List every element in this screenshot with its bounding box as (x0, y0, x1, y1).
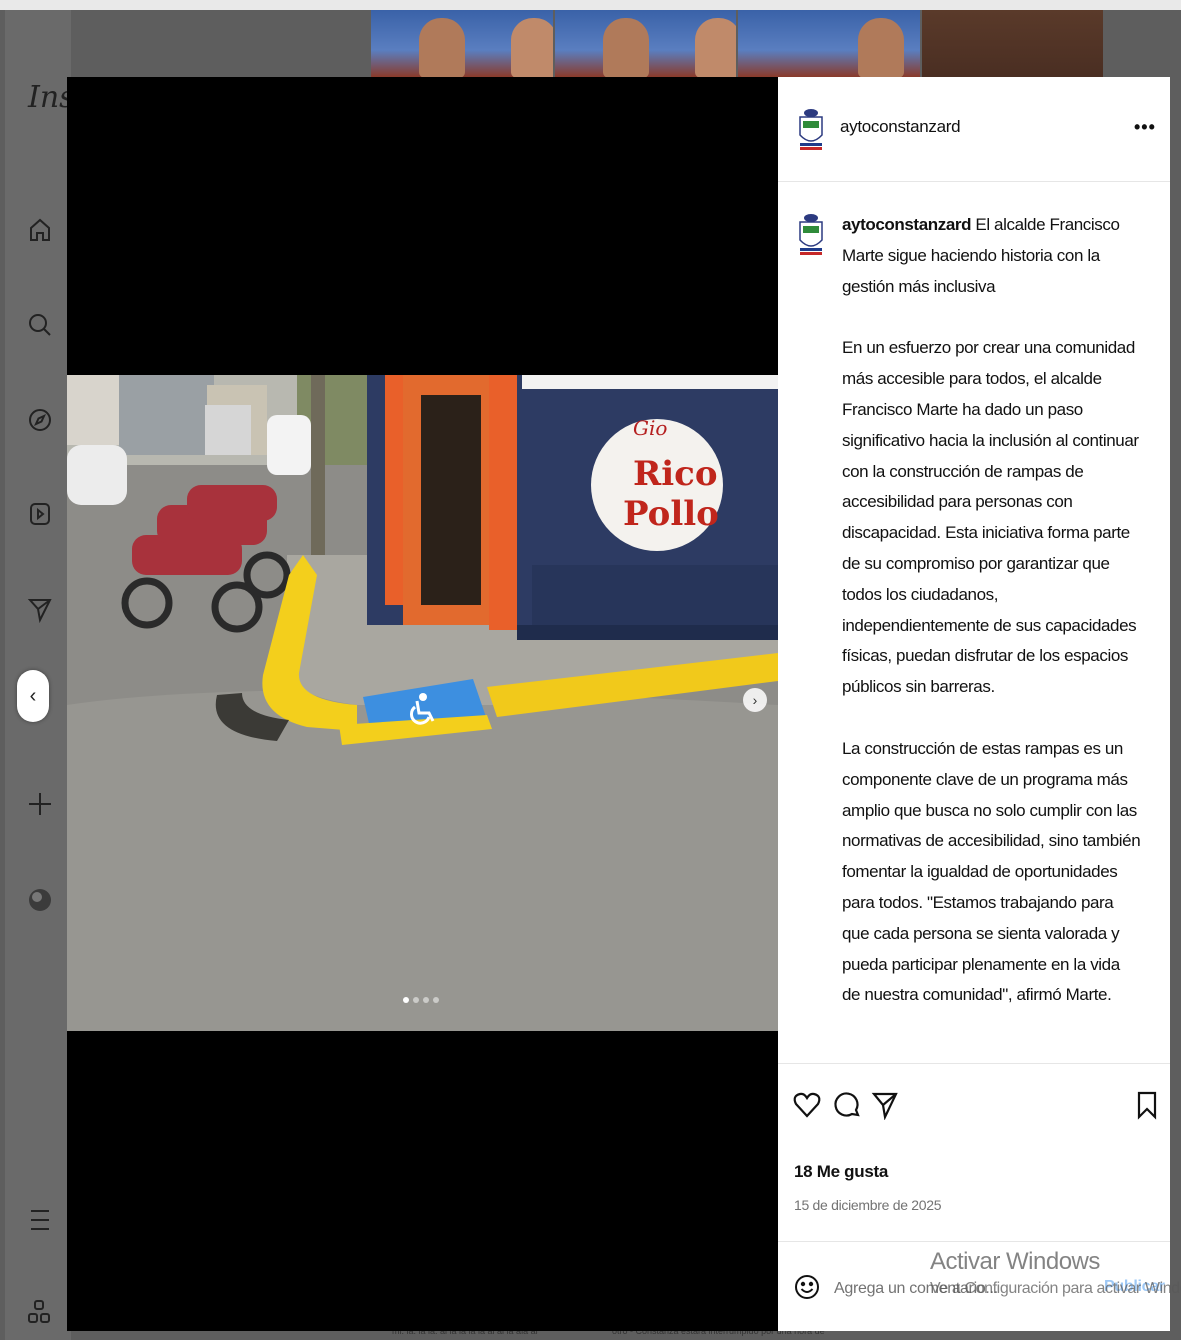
carousel-dot (413, 997, 419, 1003)
carousel-dots (403, 997, 439, 1003)
caption-username[interactable]: aytoconstanzard (842, 215, 971, 234)
carousel-dot (433, 997, 439, 1003)
background-post-thumbnails (371, 10, 1103, 77)
previous-post-button[interactable]: ‹ (17, 670, 49, 722)
account-avatar[interactable] (794, 105, 828, 155)
compass-icon[interactable] (24, 404, 56, 436)
background-thumbnail (921, 10, 1103, 77)
chevron-left-icon: ‹ (29, 684, 37, 707)
grid-icon[interactable] (24, 1296, 56, 1328)
background-thumbnail (738, 10, 920, 77)
more-options-button[interactable]: ••• (1134, 117, 1156, 138)
next-photo-button[interactable]: › (743, 688, 767, 712)
caption-avatar[interactable] (794, 210, 828, 260)
caption-paragraph: La construcción de estas rampas es un co… (842, 738, 1141, 1005)
background-thumbnail (554, 10, 736, 77)
publish-button[interactable]: Publicar (1104, 1278, 1165, 1296)
search-icon[interactable] (24, 309, 56, 341)
save-bookmark-icon[interactable] (1132, 1090, 1162, 1120)
post-username[interactable]: aytoconstanzard (840, 117, 961, 137)
menu-icon[interactable] (24, 1204, 56, 1236)
post-header: aytoconstanzard ••• (778, 77, 1170, 182)
caption-area: aytoconstanzard El alcalde Francisco Mar… (778, 182, 1170, 1062)
sign-text-gio: Gio (633, 416, 667, 440)
reels-icon[interactable] (24, 498, 56, 530)
like-heart-icon[interactable] (792, 1090, 822, 1120)
street-scene-image: Gio Rico Pollo (67, 375, 778, 1031)
background-thumbnail (371, 10, 553, 77)
comment-bubble-icon[interactable] (832, 1090, 862, 1120)
home-icon[interactable] (24, 214, 56, 246)
chevron-right-icon: › (752, 692, 758, 708)
post-date: 15 de diciembre de 2025 (794, 1197, 942, 1213)
comment-input[interactable] (832, 1274, 1086, 1304)
post-photo[interactable]: Gio Rico Pollo › (67, 375, 778, 1031)
sign-text-rico: Rico (633, 454, 718, 494)
plus-icon[interactable] (24, 788, 56, 820)
browser-top-strip (0, 0, 1181, 10)
share-send-icon[interactable] (870, 1090, 900, 1121)
post-actions: 18 Me gusta 15 de diciembre de 2025 (778, 1063, 1170, 1229)
sign-text-pollo: Pollo (623, 494, 719, 534)
comment-row: Publicar (778, 1241, 1170, 1332)
caption-paragraph: En un esfuerzo por crear una comunidad m… (842, 338, 1139, 697)
carousel-dot (403, 997, 409, 1003)
post-details-panel: aytoconstanzard ••• aytoconstanzard El a… (778, 77, 1170, 1331)
post-caption: aytoconstanzard El alcalde Francisco Mar… (842, 210, 1142, 1062)
carousel-dot (423, 997, 429, 1003)
profile-avatar-icon[interactable] (24, 884, 56, 916)
like-count[interactable]: 18 Me gusta (794, 1162, 888, 1182)
emoji-icon[interactable] (794, 1274, 820, 1300)
send-icon[interactable] (24, 593, 56, 625)
caption-scroll-edge (778, 1048, 1170, 1062)
post-media-pane: Gio Rico Pollo › (67, 77, 778, 1331)
